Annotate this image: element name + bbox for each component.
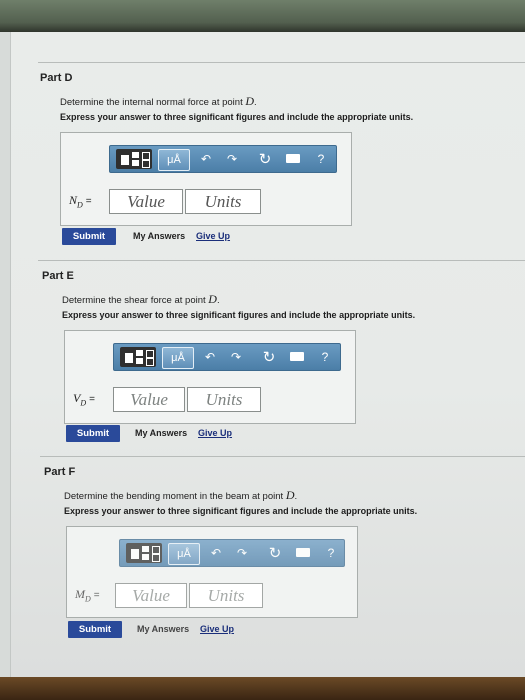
part-f-title: Part F bbox=[44, 466, 76, 478]
part-f-instruction: Express your answer to three significant… bbox=[64, 506, 418, 516]
part-f-give-up-link[interactable]: Give Up bbox=[200, 624, 234, 634]
units-button[interactable]: μÅ bbox=[158, 149, 190, 171]
templates-icon[interactable] bbox=[116, 149, 152, 169]
part-e-prompt: Determine the shear force at point D. bbox=[62, 292, 220, 306]
prompt-text: Determine the shear force at point bbox=[62, 295, 206, 306]
help-icon[interactable]: ? bbox=[324, 543, 338, 563]
part-d-units-input[interactable]: Units bbox=[185, 189, 261, 214]
part-d-answer-box: μÅ ↶ ↷ ↻ ? ND = Value Units bbox=[60, 132, 352, 226]
units-button[interactable]: μÅ bbox=[162, 347, 194, 369]
assignment-page: Part D Determine the internal normal for… bbox=[0, 32, 525, 677]
part-f-prompt: Determine the bending moment in the beam… bbox=[64, 488, 298, 502]
part-e-variable-label: VD = bbox=[73, 391, 95, 408]
part-e-title: Part E bbox=[42, 270, 74, 282]
undo-icon[interactable]: ↶ bbox=[198, 149, 214, 169]
part-d-title: Part D bbox=[40, 72, 73, 84]
part-e-value-input[interactable]: Value bbox=[113, 387, 185, 412]
prompt-text: Determine the internal normal force at p… bbox=[60, 97, 243, 108]
left-gutter bbox=[0, 32, 11, 677]
section-divider bbox=[38, 260, 525, 261]
part-f-submit-button[interactable]: Submit bbox=[68, 621, 122, 638]
part-f-my-answers-link[interactable]: My Answers bbox=[137, 624, 189, 634]
part-f-toolbar: μÅ ↶ ↷ ↻ ? bbox=[119, 539, 345, 567]
part-d-variable-label: ND = bbox=[69, 193, 92, 210]
part-d-my-answers-link[interactable]: My Answers bbox=[133, 231, 185, 241]
reset-icon[interactable]: ↻ bbox=[256, 149, 274, 169]
templates-icon[interactable] bbox=[120, 347, 156, 367]
keyboard-icon[interactable] bbox=[286, 154, 300, 163]
device-bottom-edge bbox=[0, 677, 525, 700]
part-d-value-input[interactable]: Value bbox=[109, 189, 183, 214]
part-e-instruction: Express your answer to three significant… bbox=[62, 310, 416, 320]
reset-icon[interactable]: ↻ bbox=[266, 543, 284, 563]
part-d-instruction: Express your answer to three significant… bbox=[60, 112, 414, 122]
keyboard-icon[interactable] bbox=[296, 548, 310, 557]
part-d-give-up-link[interactable]: Give Up bbox=[196, 231, 230, 241]
undo-icon[interactable]: ↶ bbox=[202, 347, 218, 367]
prompt-point: D bbox=[245, 94, 255, 108]
prompt-point: D bbox=[208, 292, 217, 306]
part-d-submit-button[interactable]: Submit bbox=[62, 228, 116, 245]
window-top-bar bbox=[0, 0, 525, 32]
part-f-answer-box: μÅ ↶ ↷ ↻ ? MD = Value Units bbox=[66, 526, 358, 618]
section-divider bbox=[38, 62, 525, 63]
templates-icon[interactable] bbox=[126, 543, 162, 563]
part-e-units-input[interactable]: Units bbox=[187, 387, 261, 412]
part-e-give-up-link[interactable]: Give Up bbox=[198, 428, 232, 438]
part-e-answer-box: μÅ ↶ ↷ ↻ ? VD = Value Units bbox=[64, 330, 356, 424]
part-e-my-answers-link[interactable]: My Answers bbox=[135, 428, 187, 438]
part-d-prompt: Determine the internal normal force at p… bbox=[60, 94, 257, 108]
part-d-toolbar: μÅ ↶ ↷ ↻ ? bbox=[109, 145, 337, 173]
part-e-submit-button[interactable]: Submit bbox=[66, 425, 120, 442]
help-icon[interactable]: ? bbox=[318, 347, 332, 367]
section-divider bbox=[40, 456, 525, 457]
keyboard-icon[interactable] bbox=[290, 352, 304, 361]
units-button[interactable]: μÅ bbox=[168, 543, 200, 565]
redo-icon[interactable]: ↷ bbox=[228, 347, 244, 367]
part-e-toolbar: μÅ ↶ ↷ ↻ ? bbox=[113, 343, 341, 371]
reset-icon[interactable]: ↻ bbox=[260, 347, 278, 367]
part-f-value-input[interactable]: Value bbox=[115, 583, 187, 608]
part-f-variable-label: MD = bbox=[75, 587, 100, 604]
undo-icon[interactable]: ↶ bbox=[208, 543, 224, 563]
prompt-text: Determine the bending moment in the beam… bbox=[64, 491, 284, 502]
help-icon[interactable]: ? bbox=[314, 149, 328, 169]
redo-icon[interactable]: ↷ bbox=[234, 543, 250, 563]
redo-icon[interactable]: ↷ bbox=[224, 149, 240, 169]
part-f-units-input[interactable]: Units bbox=[189, 583, 263, 608]
